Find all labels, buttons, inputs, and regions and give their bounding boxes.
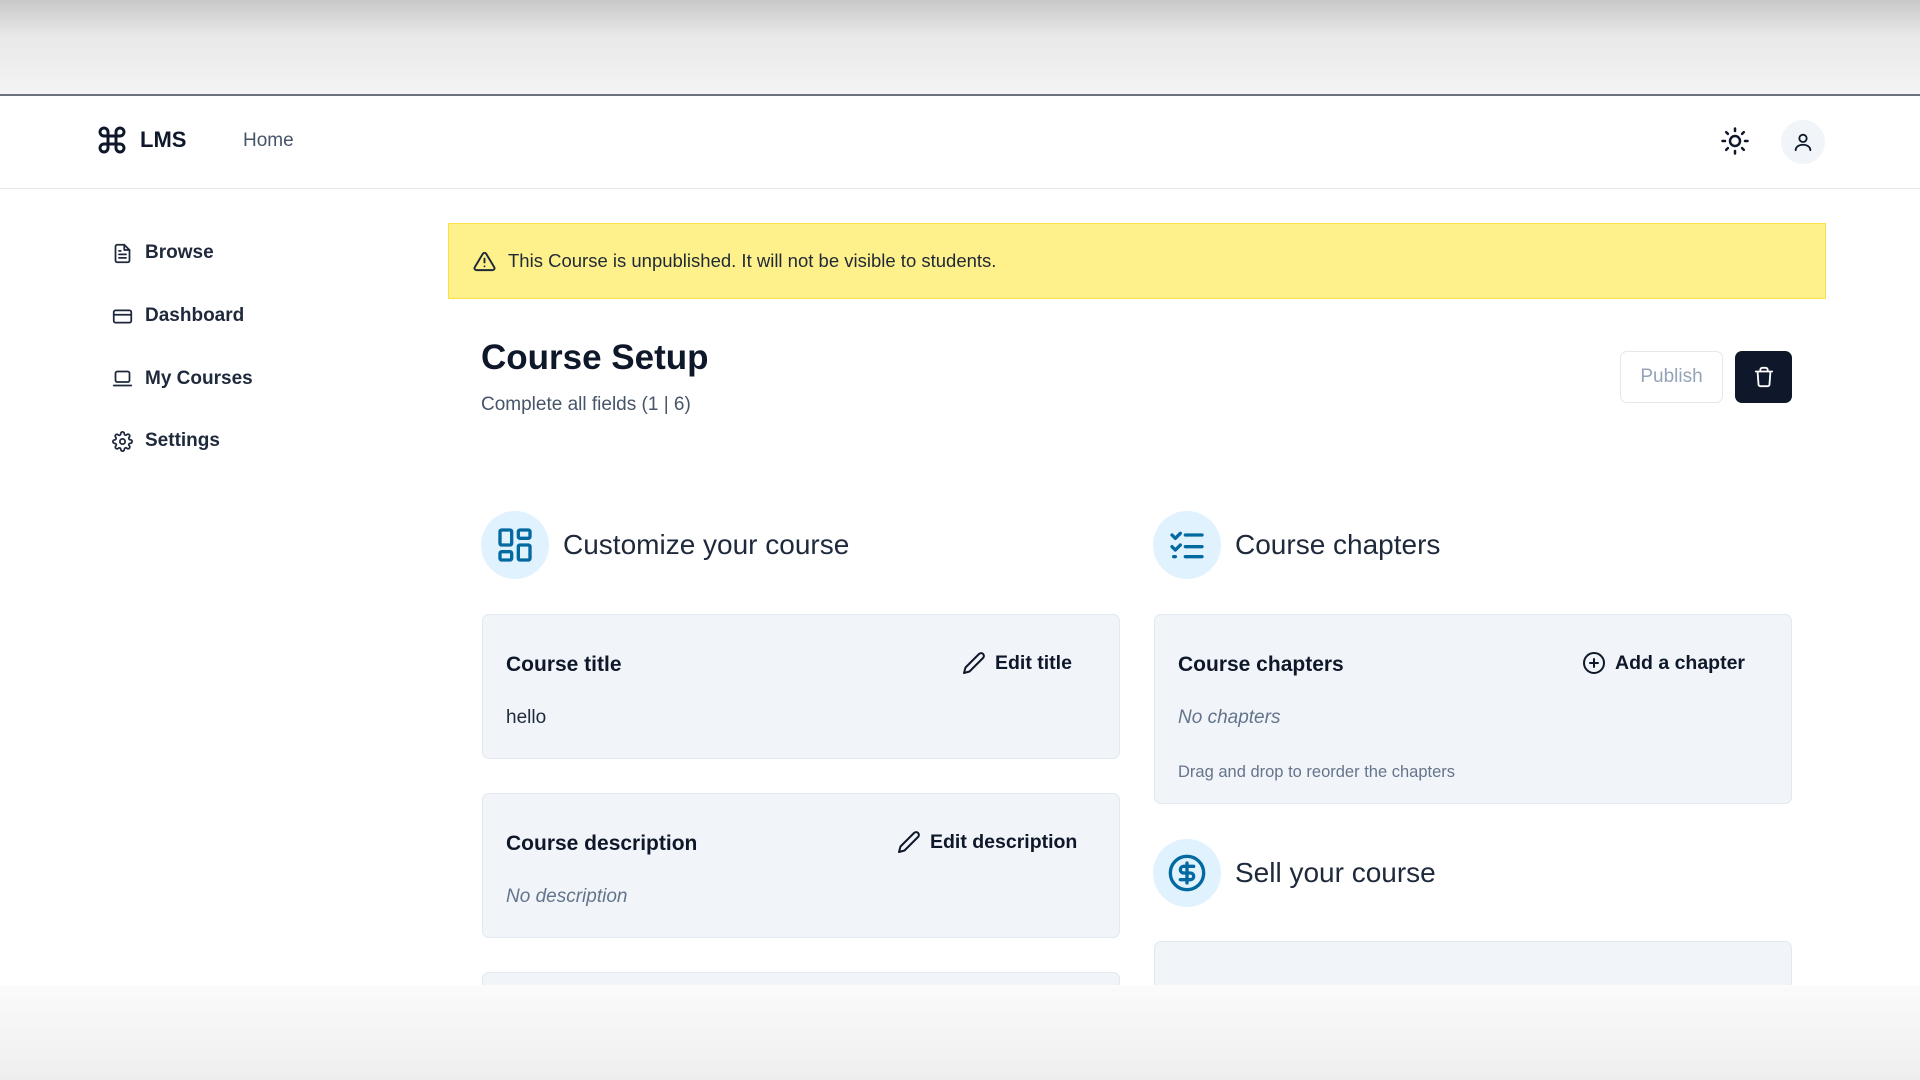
reorder-hint: Drag and drop to reorder the chapters — [1178, 763, 1455, 781]
file-text-icon — [114, 243, 131, 263]
section-title: Course chapters — [1235, 529, 1441, 560]
theme-toggle-button[interactable] — [1714, 120, 1756, 162]
card-label: Course title — [506, 653, 622, 676]
course-title-card: Course title Edit title hello — [482, 614, 1120, 759]
delete-course-button[interactable] — [1735, 351, 1792, 403]
nav-link-home[interactable]: Home — [243, 130, 294, 152]
sell-section-header: Sell your course — [1153, 839, 1436, 907]
banner-text: This Course is unpublished. It will not … — [508, 250, 997, 271]
card-label: Course description — [506, 832, 698, 855]
course-description-card: Course description Edit description No d… — [482, 793, 1120, 938]
trash-icon — [1754, 366, 1773, 388]
credit-card-icon — [112, 309, 133, 324]
page-title: Course Setup — [481, 338, 709, 377]
list-checks-icon — [1170, 531, 1204, 559]
sidebar-item-my-courses[interactable]: My Courses — [96, 347, 416, 410]
card-label: Course chapters — [1178, 653, 1344, 676]
plus-circle-icon — [1583, 652, 1605, 674]
section-icon-badge — [1153, 511, 1221, 579]
sidebar-item-label: Browse — [145, 242, 214, 264]
sidebar-item-label: Settings — [145, 430, 220, 452]
bottom-edge-blur — [0, 985, 1920, 1080]
chapters-section-header: Course chapters — [1153, 511, 1440, 579]
user-avatar-button[interactable] — [1781, 120, 1825, 164]
brand-logo[interactable]: LMS — [96, 124, 186, 156]
course-description-value: No description — [506, 886, 628, 907]
completion-text: Complete all fields (1 | 6) — [481, 394, 691, 415]
sun-icon — [1721, 127, 1749, 155]
section-title: Customize your course — [563, 529, 850, 560]
circle-dollar-icon — [1168, 854, 1206, 892]
pencil-icon — [898, 831, 920, 853]
brand-name: LMS — [140, 127, 187, 152]
add-chapter-button[interactable]: Add a chapter — [1582, 651, 1745, 675]
action-label: Edit title — [995, 651, 1072, 674]
action-label: Add a chapter — [1615, 651, 1746, 674]
gear-icon — [112, 430, 133, 452]
sidebar-item-dashboard[interactable]: Dashboard — [96, 285, 416, 348]
section-icon-badge — [481, 511, 549, 579]
sidebar-item-browse[interactable]: Browse — [96, 222, 416, 285]
user-icon — [1794, 133, 1812, 152]
unpublished-banner: This Course is unpublished. It will not … — [448, 223, 1826, 299]
laptop-icon — [112, 370, 133, 387]
course-chapters-card: Course chapters Add a chapter No chapter… — [1154, 614, 1792, 804]
edit-description-button[interactable]: Edit description — [897, 830, 1077, 854]
edit-title-button[interactable]: Edit title — [962, 651, 1072, 675]
alert-triangle-icon — [473, 251, 496, 271]
sidebar-item-settings[interactable]: Settings — [96, 410, 416, 473]
top-navbar: LMS Home — [0, 96, 1920, 189]
customize-section-header: Customize your course — [481, 511, 849, 579]
browser-chrome-blur — [0, 0, 1920, 96]
sidebar: Browse Dashboard My Courses Settings — [96, 222, 416, 473]
action-label: Edit description — [930, 830, 1078, 853]
chapters-empty-text: No chapters — [1178, 707, 1281, 728]
section-icon-badge — [1153, 839, 1221, 907]
course-title-value: hello — [506, 707, 547, 728]
layout-dashboard-icon — [498, 528, 532, 562]
section-title: Sell your course — [1235, 857, 1436, 888]
sidebar-item-label: My Courses — [145, 367, 253, 389]
publish-button[interactable]: Publish — [1620, 351, 1723, 403]
command-icon — [98, 126, 126, 154]
sidebar-item-label: Dashboard — [145, 305, 245, 327]
pencil-icon — [963, 652, 985, 674]
